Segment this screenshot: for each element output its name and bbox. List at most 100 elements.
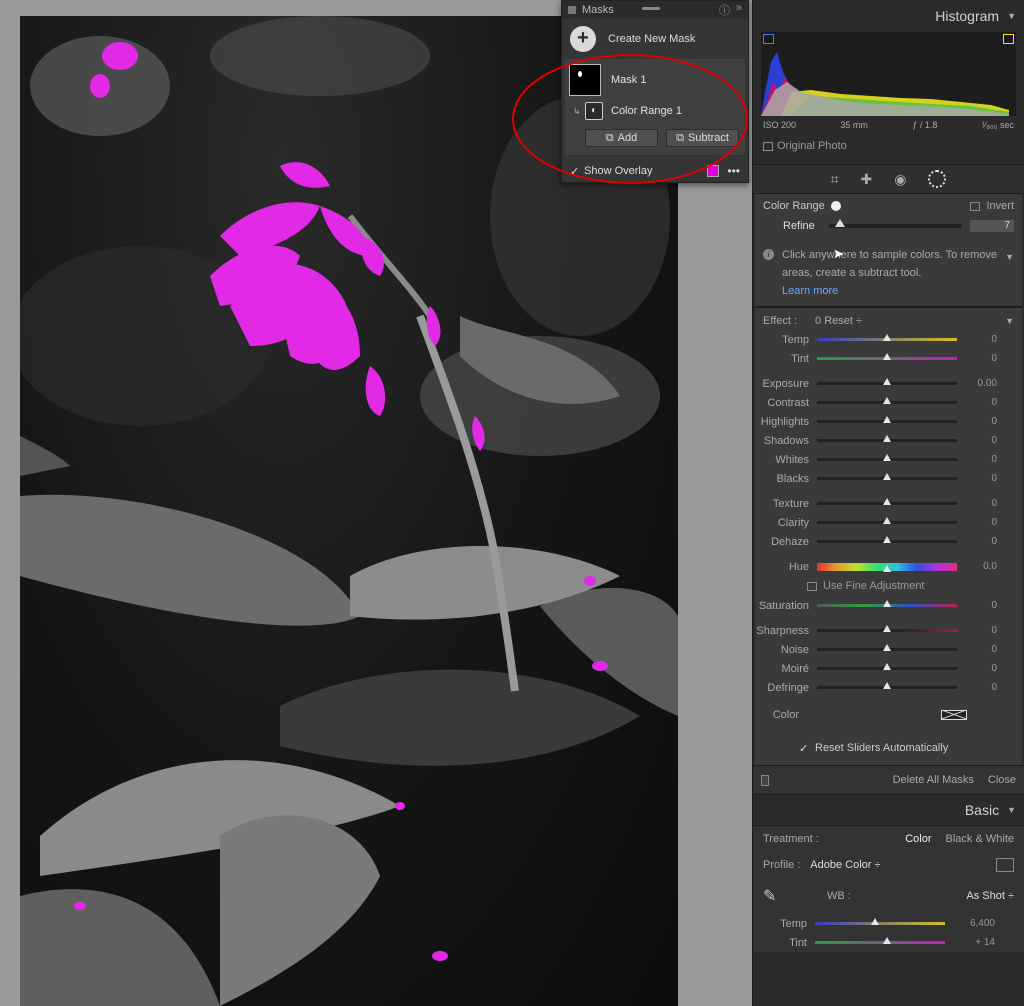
basic-collapse-icon[interactable]: ▼ — [1007, 805, 1016, 815]
saturation-slider[interactable] — [817, 600, 957, 607]
mask-toggle-icon[interactable] — [761, 774, 769, 786]
slider-value[interactable]: 0 — [957, 498, 1007, 509]
slider-thumb[interactable] — [871, 918, 879, 925]
basic-header[interactable]: Basic ▼ — [753, 795, 1024, 825]
treatment-color-button[interactable]: Color — [905, 833, 931, 845]
slider-value[interactable]: 0 — [957, 454, 1007, 465]
effect-collapse-icon[interactable]: ▼ — [1005, 316, 1014, 326]
slider-thumb[interactable] — [883, 435, 891, 442]
moire-slider[interactable] — [817, 663, 957, 670]
masks-panel[interactable]: Masks ⓘ » + Create New Mask Mask 1 ↳ ◐ C… — [561, 0, 749, 183]
slider-value[interactable]: 0 — [957, 353, 1007, 364]
slider-value[interactable]: 0 — [957, 644, 1007, 655]
profile-browser-icon[interactable] — [996, 858, 1014, 872]
whites-slider[interactable] — [817, 454, 957, 461]
slider-thumb[interactable] — [883, 334, 891, 341]
slider-thumb[interactable] — [883, 517, 891, 524]
slider-value[interactable]: 0 — [957, 517, 1007, 528]
original-photo-toggle[interactable]: Original Photo — [753, 134, 1024, 158]
subtract-button[interactable]: ⧉ Subtract — [666, 129, 739, 147]
profile-dropdown[interactable]: Adobe Color ÷ — [810, 859, 880, 871]
slider-thumb[interactable] — [883, 600, 891, 607]
invert-checkbox[interactable] — [970, 201, 981, 211]
show-overlay-checkbox[interactable]: ✓ — [570, 165, 580, 178]
color-swatch[interactable] — [941, 710, 967, 720]
sharpness-slider[interactable] — [817, 625, 957, 632]
slider-value[interactable]: + 14 — [945, 937, 1005, 948]
slider-value[interactable]: 0 — [957, 334, 1007, 345]
fine-adjustment-checkbox[interactable] — [807, 581, 817, 591]
original-photo-checkbox[interactable] — [763, 141, 773, 151]
slider-value[interactable]: 0 — [957, 536, 1007, 547]
masks-panel-header[interactable]: Masks ⓘ » — [562, 1, 748, 19]
overlay-color-swatch[interactable] — [707, 165, 720, 177]
slider-value[interactable]: 0 — [957, 663, 1007, 674]
slider-thumb[interactable] — [883, 682, 891, 689]
slider-value[interactable]: 6,400 — [945, 918, 1005, 929]
slider-value[interactable]: 0 — [957, 600, 1007, 611]
red-eye-icon[interactable]: ◉ — [894, 171, 906, 188]
eyedropper-icon[interactable]: ✎ — [763, 886, 783, 906]
highlight-clipping-icon[interactable] — [1003, 34, 1014, 44]
help-icon[interactable]: ⓘ — [719, 2, 730, 18]
mask-component-item[interactable]: ↳ ◐ Color Range 1 — [573, 97, 745, 125]
slider-value[interactable]: 0 — [957, 625, 1007, 636]
slider-thumb[interactable] — [883, 644, 891, 651]
clarity-slider[interactable] — [817, 517, 957, 524]
slider-thumb[interactable] — [883, 454, 891, 461]
basic-tint-slider[interactable] — [815, 937, 945, 944]
plus-icon[interactable]: + — [570, 26, 596, 52]
slider-thumb[interactable] — [883, 564, 891, 572]
wb-dropdown[interactable]: As Shot ÷ — [966, 890, 1014, 902]
mask-thumbnail[interactable] — [569, 64, 601, 96]
basic-temp-slider[interactable] — [815, 918, 945, 925]
highlights-slider[interactable] — [817, 416, 957, 423]
panel-collapse-icon[interactable] — [568, 6, 576, 14]
treatment-bw-button[interactable]: Black & White — [946, 833, 1014, 845]
slider-value[interactable]: 0 — [957, 397, 1007, 408]
create-new-mask-button[interactable]: + Create New Mask — [562, 19, 748, 59]
noise-slider[interactable] — [817, 644, 957, 651]
collapse-triangle-icon[interactable]: ▼ — [1007, 11, 1016, 21]
crop-icon[interactable]: ⌗ — [831, 171, 839, 188]
defringe-slider[interactable] — [817, 682, 957, 689]
slider-value[interactable]: 0.0 — [957, 561, 1007, 572]
more-options-icon[interactable]: ••• — [727, 164, 740, 178]
shadows-slider[interactable] — [817, 435, 957, 442]
masking-icon[interactable] — [928, 170, 947, 188]
slider-thumb[interactable] — [883, 353, 891, 360]
slider-thumb[interactable] — [883, 536, 891, 543]
slider-thumb[interactable] — [883, 416, 891, 423]
slider-value[interactable]: 0 — [957, 416, 1007, 427]
refine-slider-thumb[interactable] — [834, 219, 845, 227]
add-button[interactable]: ⧉ Add — [585, 129, 658, 147]
slider-thumb[interactable] — [883, 473, 891, 480]
tint-slider[interactable] — [817, 353, 957, 360]
temp-slider[interactable] — [817, 334, 957, 341]
collapse-chevron-icon[interactable]: » — [736, 2, 742, 18]
reset-sliders-checkbox[interactable]: ✓ — [799, 742, 809, 755]
slider-value[interactable]: 0 — [957, 435, 1007, 446]
slider-thumb[interactable] — [883, 498, 891, 505]
slider-thumb[interactable] — [883, 663, 891, 670]
color-sampler-icon[interactable] — [830, 201, 841, 211]
refine-value[interactable]: 7 — [970, 220, 1014, 232]
blacks-slider[interactable] — [817, 473, 957, 480]
info-collapse-icon[interactable]: ▼ — [1005, 248, 1014, 300]
slider-value[interactable]: 0 — [957, 473, 1007, 484]
slider-value[interactable]: 0 — [957, 682, 1007, 693]
dehaze-slider[interactable] — [817, 536, 957, 543]
learn-more-link[interactable]: Learn more — [782, 282, 997, 300]
exposure-slider[interactable] — [817, 378, 957, 385]
effect-preset-dropdown[interactable]: 0 Reset ÷ — [815, 315, 862, 327]
slider-value[interactable]: 0.00 — [957, 378, 1007, 389]
texture-slider[interactable] — [817, 498, 957, 505]
slider-thumb[interactable] — [883, 625, 891, 632]
drag-handle-icon[interactable] — [642, 7, 660, 10]
shadow-clipping-icon[interactable] — [763, 34, 774, 44]
slider-thumb[interactable] — [883, 397, 891, 404]
histogram-header[interactable]: Histogram ▼ — [753, 0, 1024, 32]
delete-all-masks-button[interactable]: Delete All Masks — [893, 774, 974, 786]
slider-thumb[interactable] — [883, 937, 891, 944]
slider-thumb[interactable] — [883, 378, 891, 385]
